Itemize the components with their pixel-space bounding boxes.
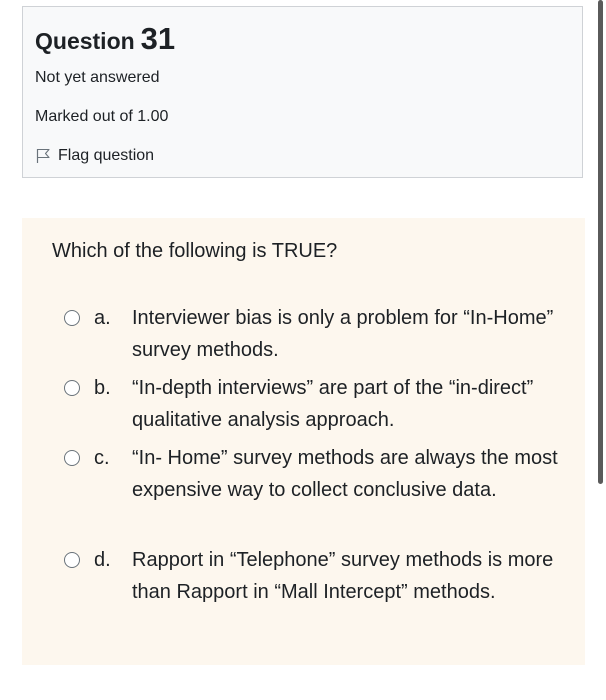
question-state: Not yet answered (35, 69, 160, 86)
radio-button-b[interactable] (64, 380, 80, 396)
flag-question-label[interactable]: Flag question (58, 147, 154, 165)
option-letter: d. (94, 549, 111, 571)
question-grade: Marked out of 1.00 (35, 108, 169, 125)
question-text: Which of the following is TRUE? (52, 240, 338, 262)
answer-option-c[interactable]: c. “In- Home” survey methods are always … (62, 442, 562, 506)
option-letter: b. (94, 377, 111, 399)
question-heading: Question 31 (35, 21, 582, 61)
answer-option-d[interactable]: d. Rapport in “Telephone” survey methods… (62, 544, 562, 608)
option-letter: a. (94, 307, 111, 329)
flag-icon[interactable] (35, 148, 51, 164)
answer-option-a[interactable]: a. Interviewer bias is only a problem fo… (62, 302, 562, 366)
question-label: Question (35, 28, 135, 54)
option-text[interactable]: “In- Home” survey methods are always the… (132, 442, 562, 506)
question-info-panel: Question 31 Not yet answered Marked out … (22, 6, 583, 178)
question-number: 31 (140, 21, 176, 56)
option-text[interactable]: “In-depth interviews” are part of the “i… (132, 372, 562, 436)
vertical-scrollbar[interactable] (598, 0, 603, 484)
radio-button-c[interactable] (64, 450, 80, 466)
radio-button-a[interactable] (64, 310, 80, 326)
radio-button-d[interactable] (64, 552, 80, 568)
question-formulation: Which of the following is TRUE? a. Inter… (22, 218, 585, 665)
option-letter: c. (94, 447, 110, 469)
option-text[interactable]: Interviewer bias is only a problem for “… (132, 302, 562, 366)
flag-question-link[interactable]: Flag question (35, 147, 154, 165)
option-text[interactable]: Rapport in “Telephone” survey methods is… (132, 544, 562, 608)
answer-option-b[interactable]: b. “In-depth interviews” are part of the… (62, 372, 562, 436)
